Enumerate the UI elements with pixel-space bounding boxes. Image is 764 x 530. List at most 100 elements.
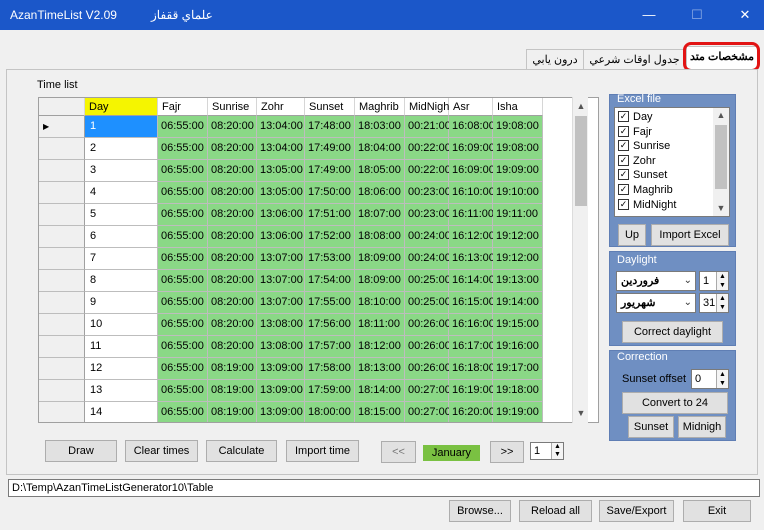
row-header[interactable]: [39, 182, 85, 204]
time-cell[interactable]: 06:55:00: [158, 182, 208, 204]
time-cell[interactable]: 19:09:00: [493, 160, 543, 182]
time-cell[interactable]: 16:12:00: [449, 226, 495, 248]
day-cell[interactable]: 12: [85, 358, 158, 380]
excel-column-item[interactable]: ✓ Maghrib: [618, 184, 673, 196]
time-cell[interactable]: 19:10:00: [493, 182, 543, 204]
time-cell[interactable]: 19:08:00: [493, 116, 543, 138]
day-cell[interactable]: 3: [85, 160, 158, 182]
exit-button[interactable]: Exit: [683, 500, 751, 522]
draw-button[interactable]: Draw: [45, 440, 117, 462]
time-cell[interactable]: 13:09:00: [257, 380, 305, 402]
scroll-down-icon[interactable]: ▼: [573, 405, 589, 421]
checkbox-checked-icon[interactable]: ✓: [618, 140, 629, 152]
time-cell[interactable]: 18:10:00: [355, 292, 405, 314]
time-cell[interactable]: 00:26:00: [405, 314, 451, 336]
time-cell[interactable]: 19:19:00: [493, 402, 543, 422]
time-cell[interactable]: 00:27:00: [405, 380, 451, 402]
day-cell[interactable]: 8: [85, 270, 158, 292]
checkbox-checked-icon[interactable]: ✓: [618, 198, 629, 210]
spinner-arrows-icon[interactable]: ▲ ▼: [716, 294, 728, 312]
time-cell[interactable]: 06:55:00: [158, 270, 208, 292]
time-cell[interactable]: 06:55:00: [158, 204, 208, 226]
list-scroll-down-icon[interactable]: ▼: [713, 203, 729, 213]
row-header[interactable]: [39, 314, 85, 336]
time-cell[interactable]: 13:05:00: [257, 182, 305, 204]
time-cell[interactable]: 16:20:00: [449, 402, 495, 422]
day-cell[interactable]: 5: [85, 204, 158, 226]
import-time-button[interactable]: Import time: [286, 440, 359, 462]
time-cell[interactable]: 06:55:00: [158, 116, 208, 138]
time-cell[interactable]: 06:55:00: [158, 138, 208, 160]
time-cell[interactable]: 17:52:00: [305, 226, 355, 248]
time-cell[interactable]: 00:21:00: [405, 116, 451, 138]
time-cell[interactable]: 08:19:00: [208, 380, 257, 402]
checkbox-checked-icon[interactable]: ✓: [618, 111, 629, 122]
time-cell[interactable]: 16:08:00: [449, 116, 495, 138]
row-header[interactable]: ▶: [39, 116, 85, 138]
time-cell[interactable]: 13:08:00: [257, 314, 305, 336]
time-cell[interactable]: 13:09:00: [257, 358, 305, 380]
row-header[interactable]: [39, 380, 85, 402]
spinner-arrows-icon[interactable]: ▲ ▼: [551, 443, 563, 459]
time-cell[interactable]: 06:55:00: [158, 358, 208, 380]
time-cell[interactable]: 00:25:00: [405, 270, 451, 292]
time-cell[interactable]: 13:04:00: [257, 116, 305, 138]
scroll-thumb[interactable]: [575, 116, 587, 206]
time-cell[interactable]: 17:55:00: [305, 292, 355, 314]
time-cell[interactable]: 17:57:00: [305, 336, 355, 358]
midnight-button[interactable]: Midnigh: [678, 416, 726, 438]
time-cell[interactable]: 18:09:00: [355, 270, 405, 292]
time-cell[interactable]: 19:17:00: [493, 358, 543, 380]
time-cell[interactable]: 00:25:00: [405, 292, 451, 314]
time-cell[interactable]: 19:12:00: [493, 226, 543, 248]
time-cell[interactable]: 08:20:00: [208, 292, 257, 314]
time-cell[interactable]: 16:18:00: [449, 358, 495, 380]
time-cell[interactable]: 06:55:00: [158, 226, 208, 248]
time-cell[interactable]: 17:56:00: [305, 314, 355, 336]
time-cell[interactable]: 18:00:00: [305, 402, 355, 422]
time-cell[interactable]: 06:55:00: [158, 160, 208, 182]
time-cell[interactable]: 19:14:00: [493, 292, 543, 314]
clear-times-button[interactable]: Clear times: [125, 440, 198, 462]
time-cell[interactable]: 18:06:00: [355, 182, 405, 204]
next-month-button[interactable]: >>: [490, 441, 524, 463]
day-cell[interactable]: 14: [85, 402, 158, 422]
time-cell[interactable]: 16:15:00: [449, 292, 495, 314]
checkbox-checked-icon[interactable]: ✓: [618, 184, 629, 195]
time-cell[interactable]: 19:12:00: [493, 248, 543, 270]
time-cell[interactable]: 13:07:00: [257, 248, 305, 270]
time-cell[interactable]: 17:51:00: [305, 204, 355, 226]
row-header[interactable]: [39, 336, 85, 358]
time-cell[interactable]: 19:13:00: [493, 270, 543, 292]
time-cell[interactable]: 00:26:00: [405, 358, 451, 380]
time-cell[interactable]: 18:15:00: [355, 402, 405, 422]
sunset-button[interactable]: Sunset: [628, 416, 674, 438]
excel-column-item[interactable]: ✓ Day: [618, 111, 653, 123]
time-cell[interactable]: 16:10:00: [449, 182, 495, 204]
time-cell[interactable]: 18:03:00: [355, 116, 405, 138]
time-cell[interactable]: 16:09:00: [449, 160, 495, 182]
excel-column-item[interactable]: ✓ Fajr: [618, 125, 652, 138]
time-cell[interactable]: 08:20:00: [208, 116, 257, 138]
import-excel-button[interactable]: Import Excel: [651, 224, 729, 246]
time-cell[interactable]: 08:20:00: [208, 160, 257, 182]
convert-24-button[interactable]: Convert to 24: [622, 392, 728, 414]
daylight-start-day-spinner[interactable]: 1 ▲ ▼: [699, 271, 729, 291]
time-cell[interactable]: 18:11:00: [355, 314, 405, 336]
reload-all-button[interactable]: Reload all: [519, 500, 592, 522]
list-scroll-up-icon[interactable]: ▲: [713, 110, 729, 120]
column-header-isha[interactable]: Isha: [493, 98, 543, 116]
time-cell[interactable]: 18:04:00: [355, 138, 405, 160]
checkbox-checked-icon[interactable]: ✓: [618, 125, 629, 137]
maximize-button[interactable]: ☐: [678, 0, 716, 30]
column-header-fajr[interactable]: Fajr: [158, 98, 208, 116]
column-header-maghrib[interactable]: Maghrib: [355, 98, 405, 116]
time-cell[interactable]: 06:55:00: [158, 336, 208, 358]
time-cell[interactable]: 13:04:00: [257, 138, 305, 160]
time-cell[interactable]: 17:53:00: [305, 248, 355, 270]
day-cell[interactable]: 9: [85, 292, 158, 314]
time-cell[interactable]: 18:13:00: [355, 358, 405, 380]
checkbox-checked-icon[interactable]: ✓: [618, 154, 629, 166]
day-cell[interactable]: 13: [85, 380, 158, 402]
tab-time-table[interactable]: جدول اوقات شرعي: [582, 49, 687, 70]
